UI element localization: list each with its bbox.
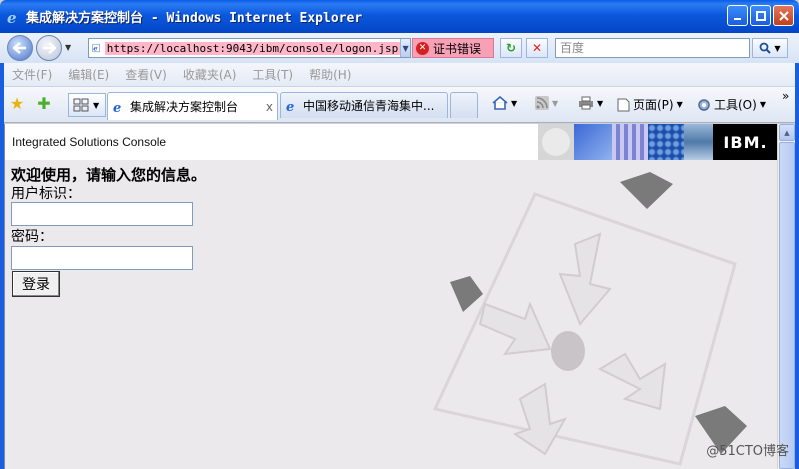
close-icon <box>778 10 789 21</box>
search-input[interactable]: 百度 <box>555 38 750 58</box>
feeds-button[interactable]: ▼ <box>535 96 558 110</box>
background-arrows-graphic <box>432 172 747 466</box>
refresh-icon: ↻ <box>505 41 517 55</box>
close-window-button[interactable] <box>773 5 794 26</box>
arrow-right-icon <box>43 42 56 54</box>
menu-favorites[interactable]: 收藏夹(A) <box>183 66 237 83</box>
login-button[interactable]: 登录 <box>12 271 60 297</box>
password-label: 密码： <box>11 229 53 245</box>
maximize-button[interactable] <box>750 5 771 26</box>
menu-help[interactable]: 帮助(H) <box>309 66 351 83</box>
svg-text:e: e <box>113 101 121 114</box>
ie-page-icon: e <box>113 101 121 114</box>
search-icon <box>760 42 772 54</box>
watermark-text: @51CTO博客 <box>706 444 789 459</box>
rss-feed-icon <box>535 96 549 110</box>
tools-menu-label: 工具(O) <box>714 98 757 112</box>
svg-text:e: e <box>93 45 98 53</box>
new-tab-button[interactable] <box>450 92 478 118</box>
maximize-icon <box>755 10 766 21</box>
url-dropdown-icon[interactable]: ▼ <box>400 39 410 57</box>
vertical-scrollbar[interactable]: ▲ <box>777 124 795 469</box>
stop-button[interactable]: ✕ <box>526 38 548 58</box>
scroll-up-icon[interactable]: ▲ <box>779 124 795 141</box>
search-button[interactable]: ▼ <box>752 38 788 58</box>
page-menu-button[interactable]: 页面(P) ▼ <box>617 96 683 113</box>
favorites-star-icon[interactable]: ★ <box>8 95 26 113</box>
error-icon: ✕ <box>416 41 429 55</box>
home-icon <box>492 96 508 110</box>
forward-button[interactable] <box>36 35 62 61</box>
window-title: 集成解决方案控制台 - Windows Internet Explorer <box>26 11 363 26</box>
page-icon: e <box>92 43 100 53</box>
menu-view[interactable]: 查看(V) <box>125 66 167 83</box>
address-toolbar: ▼ e https://localhost:9043/ibm/console/l… <box>0 33 799 63</box>
tab-label: 中国移动通信青海集中... <box>303 99 435 113</box>
menu-file[interactable]: 文件(F) <box>12 66 52 83</box>
gear-icon <box>698 98 710 111</box>
more-commands-button[interactable]: » <box>782 89 789 103</box>
certificate-error-label: 证书错误 <box>433 41 482 56</box>
quick-tabs-button[interactable]: ▼ <box>68 93 106 117</box>
history-dropdown-icon[interactable]: ▼ <box>65 43 71 52</box>
password-input[interactable] <box>11 246 193 270</box>
page-icon <box>617 98 630 111</box>
ibm-logo: IBM. <box>713 124 777 160</box>
tab-list-dropdown-icon: ▼ <box>93 100 100 110</box>
close-tab-icon[interactable]: x <box>262 100 273 114</box>
search-dropdown-icon: ▼ <box>774 43 781 53</box>
menu-edit[interactable]: 编辑(E) <box>68 66 109 83</box>
minimize-icon <box>733 17 741 20</box>
certificate-error-button[interactable]: ✕ 证书错误 <box>412 38 494 58</box>
add-favorite-icon[interactable]: ✚ <box>35 95 53 113</box>
tools-menu-button[interactable]: 工具(O) ▼ <box>697 96 766 113</box>
ie-logo-icon: e <box>7 9 17 25</box>
quick-tabs-icon <box>73 98 89 112</box>
banner-title: Integrated Solutions Console <box>12 135 167 149</box>
url-text: https://localhost:9043/ibm/console/logon… <box>104 41 401 55</box>
tab-inactive[interactable]: e 中国移动通信青海集中... <box>280 92 448 118</box>
arrow-left-icon <box>13 42 26 54</box>
ie-page-icon: e <box>286 100 294 113</box>
tab-label: 集成解决方案控制台 <box>130 100 239 114</box>
minimize-button[interactable] <box>727 5 748 26</box>
menu-bar: 文件(F) 编辑(E) 查看(V) 收藏夹(A) 工具(T) 帮助(H) <box>0 63 799 87</box>
home-button[interactable]: ▼ <box>492 96 517 110</box>
welcome-heading: 欢迎使用，请输入您的信息。 <box>11 166 207 184</box>
svg-text:e: e <box>286 100 294 113</box>
scroll-thumb[interactable] <box>779 142 795 469</box>
printer-icon <box>579 96 593 110</box>
page-menu-label: 页面(P) <box>633 98 674 112</box>
back-button[interactable] <box>7 35 33 61</box>
tab-active[interactable]: e 集成解决方案控制台 x <box>107 92 278 120</box>
menu-tools[interactable]: 工具(T) <box>252 66 293 83</box>
title-bar: e 集成解决方案控制台 - Windows Internet Explorer <box>0 0 799 33</box>
user-id-label: 用户标识： <box>11 186 81 202</box>
address-input[interactable]: e https://localhost:9043/ibm/console/log… <box>88 38 411 58</box>
print-button[interactable]: ▼ <box>578 96 603 110</box>
console-banner: Integrated Solutions Console IBM. <box>5 124 777 160</box>
svg-text:e: e <box>7 9 17 25</box>
user-id-input[interactable] <box>11 202 193 226</box>
stop-icon: ✕ <box>531 41 543 55</box>
window-border-right <box>795 63 799 469</box>
refresh-button[interactable]: ↻ <box>500 38 522 58</box>
tab-bar: ★ ✚ ▼ e 集成解决方案控制台 x e 中国移动通信青海集中... ▼ ▼ … <box>0 87 799 123</box>
page-content: Integrated Solutions Console IBM. 欢迎使用，请… <box>4 124 777 469</box>
